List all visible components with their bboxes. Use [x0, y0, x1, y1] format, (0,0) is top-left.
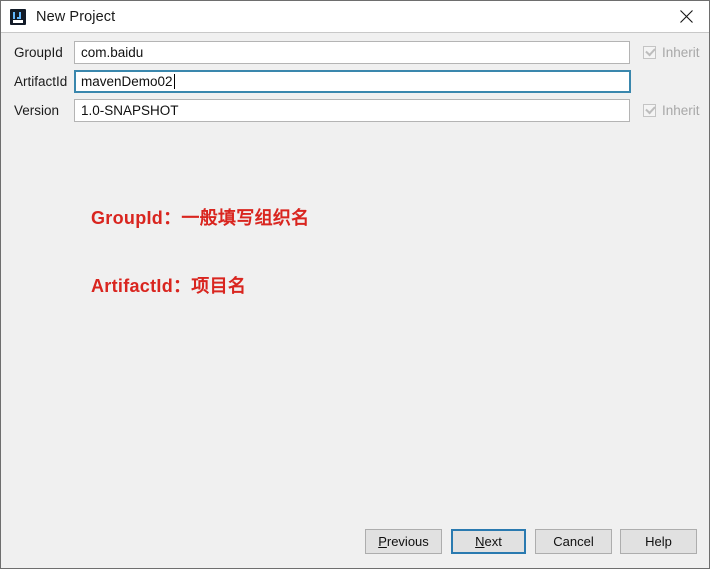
groupid-input-value: com.baidu: [81, 44, 144, 60]
close-button[interactable]: [664, 1, 709, 32]
cancel-button[interactable]: Cancel: [535, 529, 612, 554]
next-button-label: ext: [484, 534, 502, 549]
checkbox-checked-icon: [643, 103, 656, 117]
groupid-inherit-label: Inherit: [662, 44, 700, 60]
next-button[interactable]: Next: [451, 529, 526, 554]
annotation-groupid: GroupId：一般填写组织名: [91, 208, 310, 228]
annotation-artifactid: ArtifactId：项目名: [91, 276, 247, 296]
version-inherit-checkbox[interactable]: Inherit: [643, 103, 700, 118]
artifactid-label: ArtifactId: [14, 73, 68, 89]
dialog-button-bar: Previous Next Cancel Help: [1, 522, 709, 568]
new-project-dialog: New Project GroupId com.baidu Inherit Ar…: [0, 0, 710, 569]
groupid-inherit-checkbox[interactable]: Inherit: [643, 45, 700, 60]
version-inherit-label: Inherit: [662, 102, 700, 118]
text-caret: [173, 73, 175, 89]
intellij-idea-icon: [10, 8, 26, 25]
next-button-mnemonic: N: [475, 534, 485, 549]
previous-button-mnemonic: P: [378, 534, 387, 549]
form-row-groupid: GroupId com.baidu Inherit: [1, 40, 709, 64]
title-bar: New Project: [1, 1, 709, 33]
artifactid-input[interactable]: mavenDemo02: [74, 69, 631, 93]
groupid-input[interactable]: com.baidu: [74, 40, 630, 64]
artifactid-input-value: mavenDemo02: [81, 73, 173, 89]
window-title: New Project: [36, 8, 116, 25]
cancel-button-label: Cancel: [553, 534, 594, 549]
previous-button-label: revious: [386, 534, 429, 549]
version-input-value: 1.0-SNAPSHOT: [81, 102, 179, 118]
help-button-label: Help: [645, 534, 672, 549]
close-icon: [680, 10, 693, 23]
form-row-version: Version 1.0-SNAPSHOT Inherit: [1, 98, 709, 122]
version-label: Version: [14, 102, 60, 118]
version-input[interactable]: 1.0-SNAPSHOT: [74, 98, 630, 122]
form-row-artifactid: ArtifactId mavenDemo02: [1, 69, 709, 93]
checkbox-checked-icon: [643, 45, 656, 59]
help-button[interactable]: Help: [620, 529, 697, 554]
groupid-label: GroupId: [14, 44, 63, 60]
previous-button[interactable]: Previous: [365, 529, 442, 554]
